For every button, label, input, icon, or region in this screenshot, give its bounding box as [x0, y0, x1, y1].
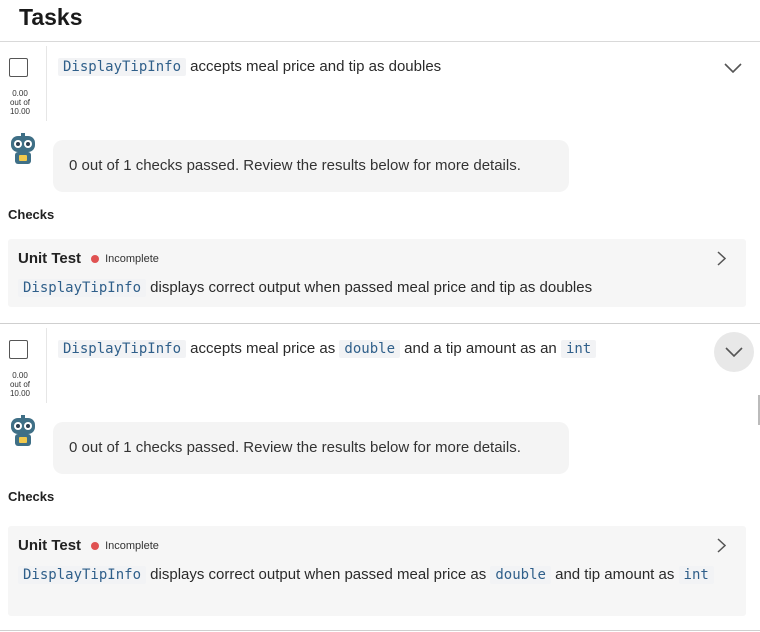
check-name: Unit Test	[18, 250, 82, 267]
bot-message: 0 out of 1 checks passed. Review the res…	[69, 157, 521, 174]
score-out-of: out of	[9, 98, 30, 107]
score-out-of: out of	[9, 380, 30, 389]
code-snippet: double	[339, 340, 400, 358]
bot-message-bubble: 0 out of 1 checks passed. Review the res…	[53, 422, 569, 474]
status-badge: Incomplete	[105, 253, 159, 266]
title-text: and a tip amount as an	[400, 340, 561, 357]
code-snippet: DisplayTipInfo	[58, 58, 187, 76]
bot-message-bubble: 0 out of 1 checks passed. Review the res…	[53, 140, 569, 192]
bot-message: 0 out of 1 checks passed. Review the res…	[69, 439, 521, 456]
code-snippet: DisplayTipInfo	[18, 279, 147, 297]
chevron-right-icon	[717, 538, 726, 553]
task-item: 0.00 out of 10.00 DisplayTipInfo accepts…	[0, 324, 760, 631]
title-text: accepts meal price and tip as doubles	[186, 58, 442, 75]
task-title: DisplayTipInfo accepts meal price and ti…	[58, 58, 442, 76]
code-snippet: int	[560, 340, 597, 358]
chevron-right-icon	[717, 251, 726, 266]
check-card[interactable]: Unit Test Incomplete DisplayTipInfo displ…	[8, 239, 746, 307]
score-max: 10.00	[9, 107, 31, 116]
divider	[46, 46, 47, 121]
check-description: DisplayTipInfo displays correct output w…	[18, 277, 718, 299]
check-description: DisplayTipInfo displays correct output w…	[18, 564, 718, 586]
code-snippet: DisplayTipInfo	[18, 566, 147, 584]
status-dot	[91, 541, 100, 550]
check-text: displays correct output when passed meal…	[146, 279, 593, 296]
checks-label: Checks	[8, 207, 55, 222]
check-card[interactable]: Unit Test Incomplete DisplayTipInfo displ…	[8, 526, 746, 616]
score-value: 0.00	[12, 371, 28, 380]
code-snippet: DisplayTipInfo	[58, 340, 187, 358]
code-snippet: int	[678, 566, 714, 584]
check-text: and tip amount as	[550, 566, 679, 583]
task-title: DisplayTipInfo accepts meal price as dou…	[58, 340, 597, 358]
task-checkbox[interactable]	[9, 340, 28, 359]
divider	[46, 328, 47, 403]
check-name: Unit Test	[18, 537, 82, 554]
expand-toggle-button[interactable]	[719, 54, 747, 82]
task-item: 0.00 out of 10.00 DisplayTipInfo accepts…	[0, 42, 760, 324]
status-badge: Incomplete	[105, 540, 159, 553]
title-text: accepts meal price as	[186, 340, 340, 357]
task-score: 0.00 out of 10.00	[2, 371, 38, 398]
code-snippet: double	[490, 566, 551, 584]
chevron-down-icon	[725, 347, 743, 357]
status-dot	[91, 254, 100, 263]
score-max: 10.00	[9, 389, 31, 398]
chevron-down-icon	[724, 63, 742, 73]
check-header: Unit Test Incomplete	[18, 250, 159, 267]
check-header: Unit Test Incomplete	[18, 537, 159, 554]
robot-avatar-icon	[11, 415, 35, 446]
tasks-header: Tasks	[0, 0, 760, 42]
page-title: Tasks	[19, 4, 83, 30]
score-value: 0.00	[12, 89, 28, 98]
expand-toggle-button[interactable]	[714, 332, 754, 372]
robot-avatar-icon	[11, 133, 35, 164]
task-checkbox[interactable]	[9, 58, 28, 77]
task-score: 0.00 out of 10.00	[2, 89, 38, 116]
checks-label: Checks	[8, 489, 55, 504]
check-text: displays correct output when passed meal…	[146, 566, 491, 583]
